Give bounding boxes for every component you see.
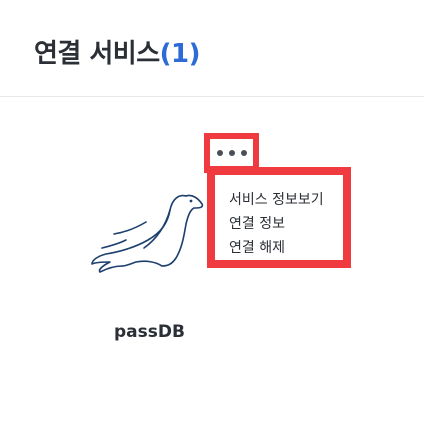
menu-item-disconnect[interactable]: 연결 해제	[229, 237, 285, 257]
mariadb-seal-icon	[91, 194, 204, 273]
more-dots-icon	[210, 139, 253, 166]
menu-item-connection-info[interactable]: 연결 정보	[229, 213, 285, 233]
menu-item-service-info[interactable]: 서비스 정보보기	[229, 189, 324, 209]
page-title-text: 연결 서비스	[34, 39, 160, 69]
page-header: 연결 서비스(1)	[0, 0, 424, 97]
service-count: (1)	[159, 39, 201, 69]
options-menu-panel: 서비스 정보보기 연결 정보 연결 해제	[215, 175, 343, 260]
service-name: passDB	[114, 322, 185, 342]
options-menu: 서비스 정보보기 연결 정보 연결 해제	[207, 167, 351, 268]
connected-services-page: 연결 서비스(1) 서비스 정보보기 연결 정보 연결 해제 passDB	[0, 0, 424, 425]
page-title: 연결 서비스(1)	[34, 33, 201, 70]
